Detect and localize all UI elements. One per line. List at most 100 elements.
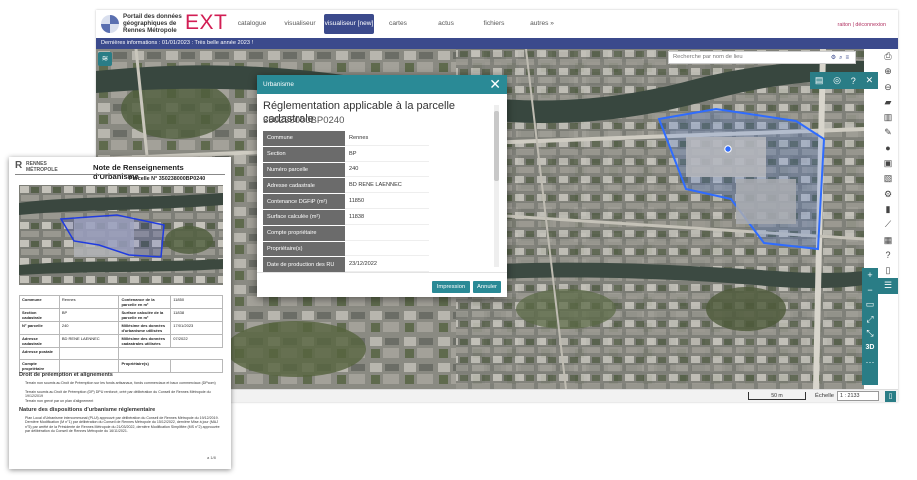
pencil-icon[interactable]: ✎ <box>878 125 898 140</box>
cell: 17/01/2023 <box>170 321 223 335</box>
table-row: Adresse postale <box>19 347 223 360</box>
fullscreen-button[interactable]: ⤢ <box>862 312 878 327</box>
close-icon[interactable]: ✕ <box>866 75 874 86</box>
table-row: Compte propriétaire <box>263 225 429 241</box>
dialog-header-title: Urbanisme <box>263 81 294 88</box>
screenshot-stage: Portail des données géographiques de Ren… <box>0 0 917 480</box>
row-label: Section <box>263 146 345 162</box>
cell: 11838 <box>170 308 223 322</box>
cell: 07/2022 <box>170 334 223 348</box>
nav-visualiseur-new[interactable]: visualiseur [new] <box>324 14 374 34</box>
dialog-scrollbar[interactable] <box>494 105 499 267</box>
row-value <box>345 225 429 241</box>
search-placeholder: Recherche par nom de lieu <box>673 54 743 60</box>
note-paragraph: Terrain soumis au Droit de Préemption (D… <box>25 390 211 399</box>
zoom-out-circle-icon[interactable]: ⊖ <box>878 80 898 95</box>
cancel-button[interactable]: Annuler <box>473 281 501 293</box>
cell: Rennes <box>58 295 120 309</box>
nav-catalogue[interactable]: catalogue <box>228 14 276 34</box>
table-row: Commune Rennes <box>263 131 429 146</box>
rennes-logo-icon <box>101 15 119 33</box>
cell: Commune <box>19 295 60 309</box>
help-icon[interactable]: ? <box>851 76 856 86</box>
note-info-table: Commune Rennes Contenance de la parcelle e… <box>19 295 223 373</box>
cell: BP <box>58 308 120 322</box>
nav-fichiers[interactable]: fichiers <box>470 14 518 34</box>
menu-icon[interactable]: ≡ <box>845 55 852 61</box>
nav-autres[interactable]: autres » <box>518 14 566 34</box>
cell: Section cadastrale <box>19 308 60 322</box>
trash-icon[interactable]: ▯ <box>878 263 898 278</box>
line-chart-icon[interactable]: ⟋ <box>878 217 898 232</box>
map-nav-controls: + − ▭ ⤢ ⤡ 3D ··· <box>862 268 878 385</box>
scale-select[interactable]: 1 : 2133 <box>837 391 879 401</box>
top-header: Portail des données géographiques de Ren… <box>96 10 898 38</box>
scale-bar: 50 m <box>748 392 806 400</box>
note-paragraph: Terrain non grevé par un plan d'aligneme… <box>25 399 94 403</box>
nav-visualiseur[interactable]: visualiseur <box>276 14 324 34</box>
cell: Adresse postale <box>19 347 60 360</box>
zoom-in-button[interactable]: + <box>862 268 878 283</box>
portal-logo[interactable]: Portail des données géographiques de Ren… <box>101 11 231 37</box>
urbanisme-note-document: R RENNES MÉTROPOLE Note de Renseignement… <box>9 157 231 469</box>
close-icon[interactable]: ✕ <box>489 77 501 91</box>
cell: N° parcelle <box>19 321 60 335</box>
right-toolbar: ⎙ ⊕ ⊖ ▰ ▥ ✎ ● ▣ ▧ ⚙ ▮ ⟋ ▦ ? ▯ ☰ <box>878 49 898 389</box>
nav-actus[interactable]: actus <box>422 14 470 34</box>
cell: Millésime des données d'urbanisme utilis… <box>118 321 172 335</box>
nav-cartes[interactable]: cartes <box>374 14 422 34</box>
row-value: 240 <box>345 162 429 178</box>
info-icon[interactable]: ● <box>878 141 898 156</box>
save-icon[interactable]: ▣ <box>878 156 898 171</box>
logo-text: RENNES MÉTROPOLE <box>26 161 58 173</box>
map-icon[interactable]: ▧ <box>878 171 898 186</box>
columns-icon[interactable]: ▥ <box>878 110 898 125</box>
scale-label: Échelle <box>815 393 835 399</box>
list-icon[interactable]: ☰ <box>878 278 898 294</box>
cell: Contenance de la parcelle en m² <box>118 295 172 309</box>
table-row: Commune Rennes Contenance de la parcelle e… <box>19 295 223 309</box>
parcel-marker-icon[interactable] <box>724 145 732 153</box>
clear-icon[interactable]: ▯ <box>885 391 896 402</box>
dialog-footer: Impression Annuler <box>257 272 507 297</box>
parcel-info-table: Commune Rennes Section BP Numéro parcelle 2… <box>263 130 429 273</box>
table-icon[interactable]: ▦ <box>878 233 898 248</box>
shrink-button[interactable]: ⤡ <box>862 326 878 341</box>
scrollbar-thumb[interactable] <box>494 111 499 181</box>
search-input[interactable]: Recherche par nom de lieu ⚙⌕≡ <box>668 51 856 64</box>
3d-button[interactable]: 3D <box>862 341 878 356</box>
note-map-imagery <box>19 185 223 285</box>
gear-icon[interactable]: ⚙ <box>878 187 898 202</box>
row-label: Commune <box>263 131 345 146</box>
table-row: Adresse cadastrale BD RENE LAENNEC Millési… <box>19 334 223 348</box>
chart-bar-icon[interactable]: ▮ <box>878 202 898 217</box>
cell: Adresse cadastrale <box>19 334 60 348</box>
more-button[interactable]: ··· <box>862 355 878 370</box>
table-row: Contenance DGFiP (m²) 11850 <box>263 194 429 209</box>
document-icon[interactable]: ▤ <box>815 75 824 86</box>
print-icon[interactable]: ⎙ <box>878 49 898 64</box>
page-number: a 1/8 <box>207 455 216 460</box>
cell: Compte propriétaire <box>19 358 60 373</box>
main-nav: catalogue visualiseur visualiseur [new] … <box>228 14 566 36</box>
logo-text: Portail des données géographiques de Ren… <box>123 13 182 34</box>
help-icon[interactable]: ? <box>878 248 898 263</box>
cell: Propriétaire(s) <box>118 358 172 373</box>
zoom-in-circle-icon[interactable]: ⊕ <box>878 64 898 79</box>
user-links[interactable]: raiton | déconnexion <box>838 22 886 28</box>
info-bar: Dernières informations : 01/01/2023 : Tr… <box>96 38 898 49</box>
layers-icon[interactable]: ≋ <box>98 52 112 66</box>
zoom-out-button[interactable]: − <box>862 283 878 298</box>
row-label: Adresse cadastrale <box>263 178 345 194</box>
print-button[interactable]: Impression <box>432 281 470 293</box>
cell: BD RENE LAENNEC <box>58 334 120 348</box>
urbanisme-dialog: Urbanisme ✕ Réglementation applicable à … <box>257 75 507 297</box>
extent-button[interactable]: ▭ <box>862 297 878 312</box>
gear-icon[interactable]: ⚙ <box>831 55 839 61</box>
table-row: Section cadastrale BP Surface calculée de … <box>19 308 223 322</box>
folder-open-icon[interactable]: ▰ <box>878 95 898 110</box>
globe-icon[interactable]: ◎ <box>833 75 841 86</box>
logo-r-icon: R <box>15 160 23 171</box>
note-parcel-line: Parcelle N° 350238000BP0240 <box>129 176 206 182</box>
note-aerial-map <box>19 185 223 285</box>
